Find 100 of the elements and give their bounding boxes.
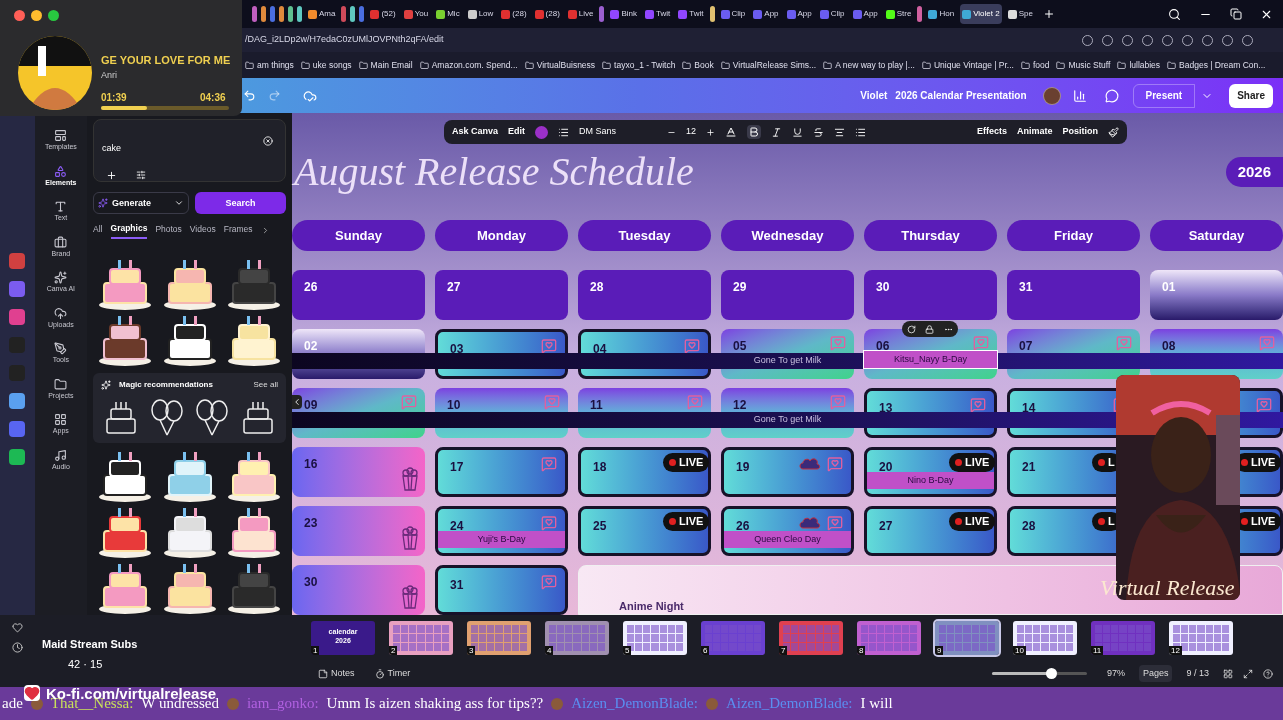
progress-track[interactable]: [101, 106, 229, 110]
tab-group-marker[interactable]: [279, 6, 284, 22]
browser-tab[interactable]: Hon: [926, 4, 957, 24]
help-icon[interactable]: [1263, 668, 1273, 679]
tab-group-marker[interactable]: [252, 6, 257, 22]
app-icon[interactable]: [9, 449, 26, 465]
tab-group-marker[interactable]: [288, 6, 293, 22]
search-button[interactable]: Search: [195, 192, 286, 215]
add-icon[interactable]: [106, 170, 118, 181]
browser-tab[interactable]: App: [784, 4, 814, 24]
zoom-level[interactable]: 97%: [1106, 666, 1125, 681]
bookmark[interactable]: Amazon.com. Spend...: [419, 58, 518, 72]
see-all-link[interactable]: See all: [253, 379, 278, 391]
list-icon[interactable]: [855, 126, 867, 138]
browser-tab[interactable]: App: [751, 4, 781, 24]
event-label[interactable]: Queen Cleo Day: [724, 531, 851, 548]
text-color-icon[interactable]: [725, 126, 738, 138]
align-icon[interactable]: [834, 126, 846, 138]
browser-tab[interactable]: Clip: [718, 4, 748, 24]
tab-group-marker[interactable]: [270, 6, 275, 22]
browser-tab[interactable]: (28): [532, 4, 562, 24]
bookmark[interactable]: tayxo_1 - Twitch: [602, 58, 676, 72]
browser-tab[interactable]: Ama: [306, 4, 338, 24]
tab-group-marker[interactable]: [350, 6, 356, 22]
rotate-icon[interactable]: [906, 324, 916, 334]
address-field[interactable]: /DAG_i2LDp2w/H7edaC0zUMlJOVPNth2qFA/edit: [245, 33, 444, 47]
tab-group-marker[interactable]: [709, 6, 715, 22]
bookmark[interactable]: food: [1020, 58, 1050, 72]
app-icon[interactable]: [9, 393, 26, 409]
filter-tab[interactable]: Photos: [155, 223, 182, 238]
fullscreen-icon[interactable]: [1243, 668, 1253, 679]
effects-button[interactable]: Effects: [976, 125, 1007, 139]
new-tab-icon[interactable]: [1042, 8, 1055, 20]
page-thumbnail[interactable]: 11: [1091, 620, 1155, 655]
comment-icon[interactable]: [1104, 88, 1119, 103]
page-thumbnail[interactable]: 12: [1169, 620, 1233, 655]
restore-icon[interactable]: [1230, 8, 1242, 20]
tab-group-marker[interactable]: [297, 6, 302, 22]
browser-tab[interactable]: Bink: [608, 4, 640, 24]
present-button[interactable]: Present: [1132, 83, 1196, 108]
insights-icon[interactable]: [1072, 88, 1087, 103]
line-icon[interactable]: [558, 126, 570, 138]
bookmark[interactable]: Unique Vintage | Pr...: [921, 58, 1014, 72]
minimize-icon[interactable]: [31, 10, 42, 21]
browser-tab[interactable]: Violet 2: [960, 4, 1002, 24]
event-label[interactable]: Yuji's B-Day: [438, 531, 565, 548]
browser-tab[interactable]: You: [401, 4, 431, 24]
tab-group-marker[interactable]: [359, 6, 365, 22]
browser-tab[interactable]: Twit: [643, 4, 673, 24]
search-field[interactable]: cake: [93, 119, 286, 183]
paintbrush-icon[interactable]: [1108, 126, 1119, 138]
page-thumbnail[interactable]: 7: [779, 620, 843, 655]
pages-button[interactable]: Pages: [1138, 664, 1173, 683]
undo-icon[interactable]: [243, 89, 256, 102]
browser-tab[interactable]: App: [850, 4, 880, 24]
bookmark[interactable]: VirtualBuisness: [524, 58, 596, 72]
browser-tab[interactable]: Clip: [817, 4, 847, 24]
filter-tab[interactable]: Frames: [223, 223, 253, 238]
app-icon[interactable]: [9, 253, 26, 269]
color-swatch[interactable]: [535, 125, 549, 139]
filter-tab[interactable]: Videos: [189, 223, 216, 238]
generate-button[interactable]: Generate: [93, 192, 190, 215]
browser-tab[interactable]: Stre: [883, 4, 914, 24]
tab-group-marker[interactable]: [917, 6, 923, 22]
strikethrough-icon[interactable]: [813, 126, 825, 138]
bookmark[interactable]: Main Email: [358, 58, 413, 72]
browser-tab[interactable]: Live: [565, 4, 596, 24]
event-label[interactable]: Kitsu_Nayy B-Day: [864, 351, 997, 368]
page-thumbnail[interactable]: 2: [389, 620, 453, 655]
maximize-icon[interactable]: [48, 10, 59, 21]
heart-icon[interactable]: [12, 622, 23, 633]
animate-button[interactable]: Animate: [1017, 125, 1053, 139]
bookmark[interactable]: Badges | Dream Con...: [1167, 58, 1266, 72]
page-thumbnail[interactable]: 9: [935, 620, 999, 655]
tab-group-marker[interactable]: [599, 6, 605, 22]
avatar[interactable]: [1042, 86, 1061, 105]
font-field[interactable]: DM Sans: [579, 125, 658, 139]
browser-tab[interactable]: (28): [499, 4, 529, 24]
grid-icon[interactable]: [1223, 668, 1233, 679]
app-icon[interactable]: [9, 281, 26, 297]
browser-tab[interactable]: Spe: [1005, 4, 1035, 24]
search-icon[interactable]: [1168, 7, 1181, 21]
browser-tab[interactable]: Mic: [434, 4, 462, 24]
bold-icon[interactable]: [747, 125, 762, 139]
tab-group-marker[interactable]: [341, 6, 347, 22]
lock-icon[interactable]: [925, 324, 935, 334]
italic-icon[interactable]: [771, 126, 783, 138]
bookmark[interactable]: lullabies: [1117, 58, 1161, 72]
page-thumbnail[interactable]: 5: [623, 620, 687, 655]
bookmark[interactable]: A new way to play |...: [823, 58, 915, 72]
ask-canva-button[interactable]: Ask Canva: [452, 125, 499, 139]
position-button[interactable]: Position: [1062, 125, 1098, 139]
event-label[interactable]: Nino B-Day: [867, 472, 994, 489]
clear-icon[interactable]: [263, 136, 273, 146]
share-button[interactable]: Share: [1229, 83, 1273, 108]
page-thumbnail[interactable]: 6: [701, 620, 765, 655]
document-title[interactable]: 2026 Calendar Presentation: [895, 88, 1027, 103]
browser-tab[interactable]: (52): [368, 4, 398, 24]
element-menu[interactable]: [902, 321, 958, 337]
collapse-icon[interactable]: [292, 395, 302, 409]
